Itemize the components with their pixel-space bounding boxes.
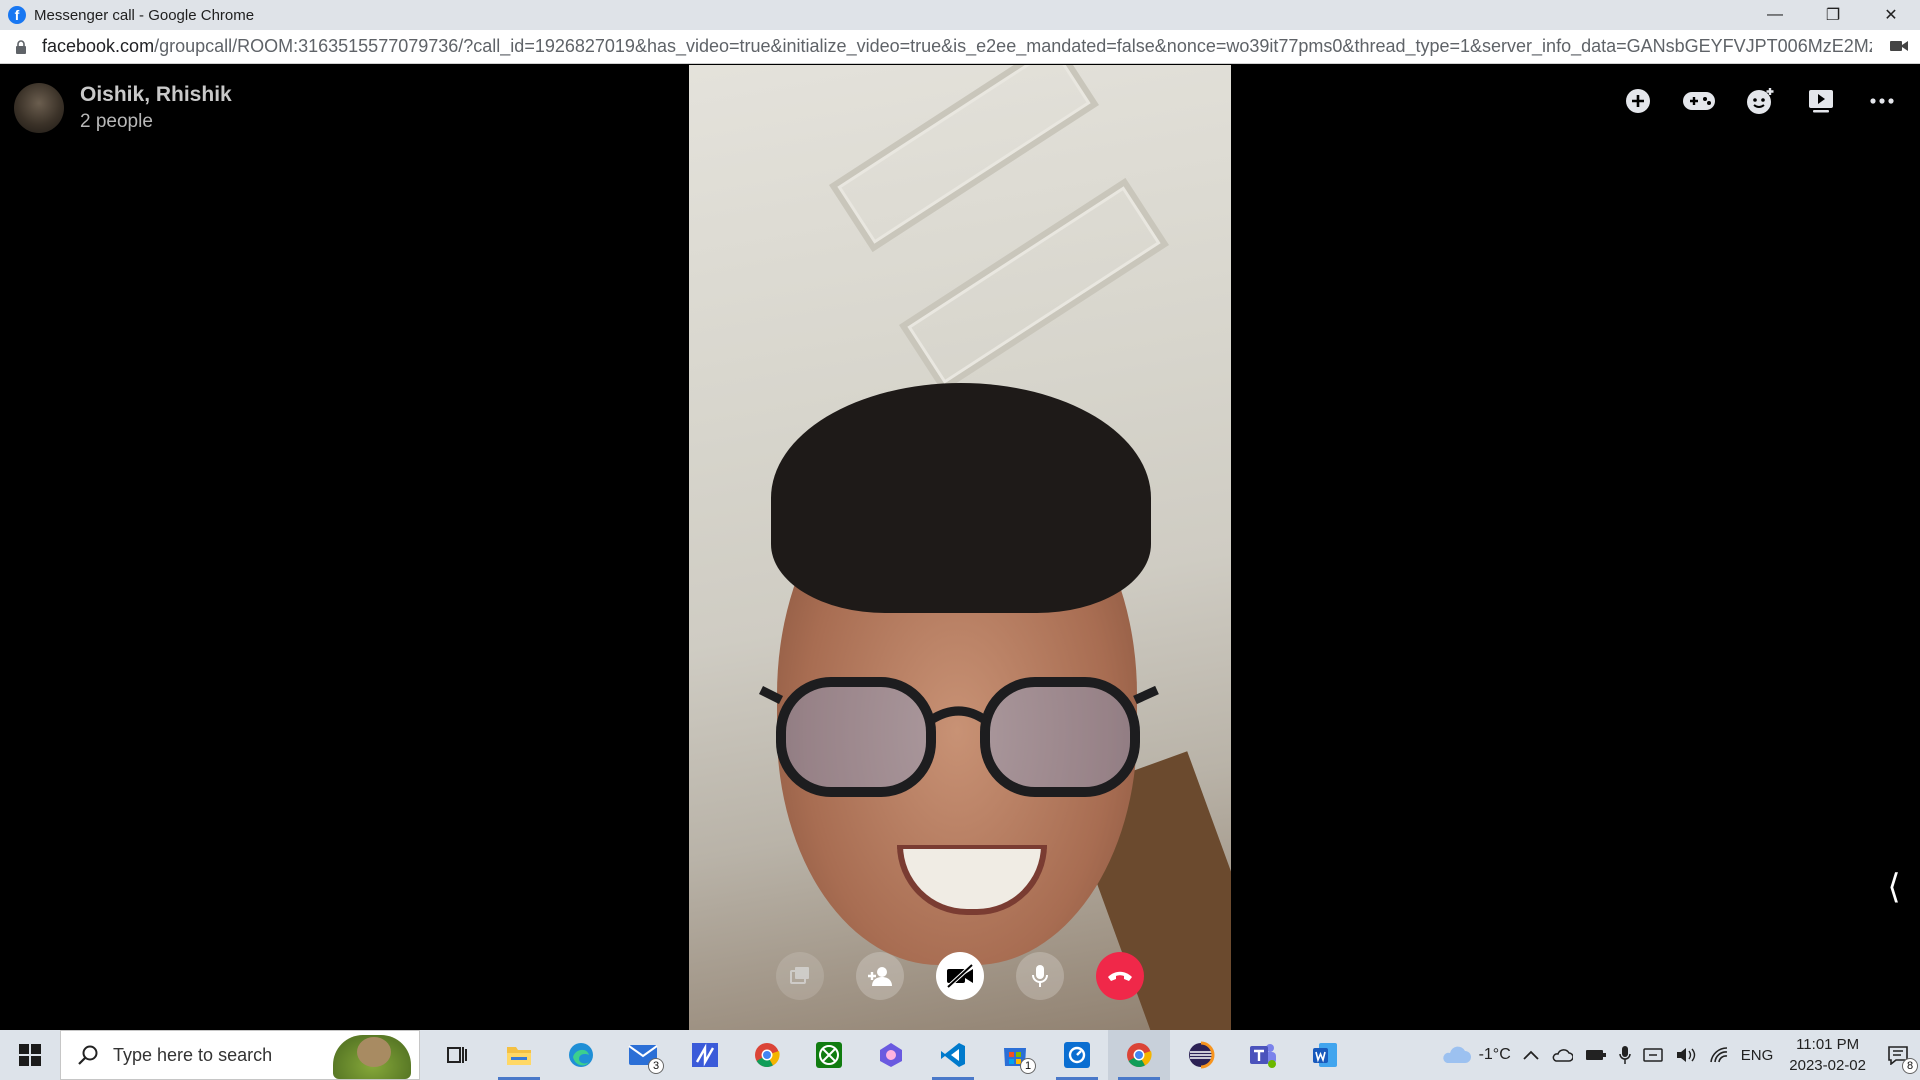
participant-count: 2 people xyxy=(80,111,153,132)
store-badge: 1 xyxy=(1020,1058,1036,1074)
add-icon[interactable] xyxy=(1620,83,1656,119)
mail-icon[interactable]: 3 xyxy=(612,1030,674,1080)
search-placeholder: Type here to search xyxy=(113,1044,273,1065)
windows-icon xyxy=(19,1044,41,1066)
taskbar-apps: 3 1 xyxy=(426,1030,1356,1080)
window-controls: — ❐ ✕ xyxy=(1746,0,1920,30)
word-icon[interactable] xyxy=(1294,1030,1356,1080)
clock-date: 2023-02-02 xyxy=(1789,1057,1866,1074)
eclipse-icon[interactable] xyxy=(1170,1030,1232,1080)
search-icon xyxy=(78,1045,98,1065)
call-name: Oishik, Rhishik xyxy=(80,83,232,106)
wifi-icon[interactable] xyxy=(1703,1030,1735,1080)
restore-button[interactable]: ❐ xyxy=(1804,0,1862,30)
battery-icon[interactable] xyxy=(1579,1030,1613,1080)
notification-center-button[interactable]: 8 xyxy=(1876,1030,1920,1080)
top-actions xyxy=(1620,83,1900,119)
teams-icon[interactable] xyxy=(1232,1030,1294,1080)
chrome-icon[interactable] xyxy=(736,1030,798,1080)
add-person-button[interactable] xyxy=(856,952,904,1000)
video-ceiling-panel xyxy=(898,177,1170,393)
avatar[interactable] xyxy=(14,83,64,133)
facebook-icon: f xyxy=(8,6,26,24)
call-stage: Oishik, Rhishik 2 people ⟨ xyxy=(0,65,1920,1030)
video-person-glasses xyxy=(759,677,1159,797)
settings-app-icon[interactable] xyxy=(1046,1030,1108,1080)
window-title-bar: f Messenger call - Google Chrome — ❐ ✕ xyxy=(0,0,1920,30)
address-bar[interactable]: facebook.com/groupcall/ROOM:316351557707… xyxy=(0,30,1920,64)
microphone-button[interactable] xyxy=(1016,952,1064,1000)
minimize-button[interactable]: — xyxy=(1746,0,1804,30)
camera-toggle-button[interactable] xyxy=(936,952,984,1000)
vscode-icon[interactable] xyxy=(922,1030,984,1080)
clock-time: 11:01 PM xyxy=(1796,1036,1860,1053)
watch-together-icon[interactable] xyxy=(1803,83,1839,119)
mail-badge: 3 xyxy=(648,1058,664,1074)
copilot-icon[interactable] xyxy=(860,1030,922,1080)
system-tray: -1°C ENG 11:01 PM 2023-02-02 8 xyxy=(1433,1030,1920,1080)
call-controls xyxy=(776,952,1144,1000)
lock-icon[interactable] xyxy=(14,39,28,54)
expand-sidebar-button[interactable]: ⟨ xyxy=(1882,865,1906,909)
language-indicator[interactable]: ENG xyxy=(1735,1030,1780,1080)
video-person-hair xyxy=(771,383,1151,613)
end-call-button[interactable] xyxy=(1096,952,1144,1000)
effects-icon[interactable] xyxy=(1742,83,1778,119)
url-path: /groupcall/ROOM:3163515577079736/?call_i… xyxy=(154,36,1872,56)
microphone-tray-icon[interactable] xyxy=(1613,1030,1637,1080)
volume-icon[interactable] xyxy=(1669,1030,1703,1080)
camera-off-icon xyxy=(946,963,974,989)
cloud-icon xyxy=(1442,1046,1471,1063)
window-title: Messenger call - Google Chrome xyxy=(34,6,255,24)
screen-share-button[interactable] xyxy=(776,952,824,1000)
weather-temp: -1°C xyxy=(1478,1046,1511,1063)
taskbar-search[interactable]: Type here to search xyxy=(60,1030,420,1080)
screen-share-icon xyxy=(790,967,809,984)
chrome-active-icon[interactable] xyxy=(1108,1030,1170,1080)
microphone-icon xyxy=(1032,965,1048,987)
onedrive-icon[interactable] xyxy=(1545,1030,1579,1080)
weather-widget[interactable]: -1°C xyxy=(1433,1030,1517,1080)
camera-in-use-icon[interactable] xyxy=(1890,39,1908,53)
start-button[interactable] xyxy=(0,1030,60,1080)
game-controller-icon[interactable] xyxy=(1681,83,1717,119)
search-highlight-image[interactable] xyxy=(333,1035,411,1079)
add-person-icon xyxy=(868,967,892,986)
file-explorer-icon[interactable] xyxy=(488,1030,550,1080)
taskbar: Type here to search 3 1 -1°C ENG 11:01 P… xyxy=(0,1030,1920,1080)
more-options-icon[interactable] xyxy=(1864,83,1900,119)
store-icon[interactable]: 1 xyxy=(984,1030,1046,1080)
show-hidden-icons-button[interactable] xyxy=(1517,1030,1545,1080)
xbox-icon[interactable] xyxy=(798,1030,860,1080)
task-view-icon[interactable] xyxy=(426,1030,488,1080)
participant-video[interactable] xyxy=(689,65,1231,1030)
close-button[interactable]: ✕ xyxy=(1862,0,1920,30)
chevron-up-icon xyxy=(1523,1050,1539,1060)
end-call-icon xyxy=(1108,971,1132,981)
network-icon[interactable] xyxy=(1637,1030,1669,1080)
call-text: Oishik, Rhishik 2 people xyxy=(80,83,232,133)
url-host: facebook.com xyxy=(42,36,155,56)
clock[interactable]: 11:01 PM 2023-02-02 xyxy=(1779,1034,1876,1076)
call-info: Oishik, Rhishik 2 people xyxy=(14,83,232,133)
url-text[interactable]: facebook.com/groupcall/ROOM:316351557707… xyxy=(42,36,1872,57)
powerautomate-icon[interactable] xyxy=(674,1030,736,1080)
edge-icon[interactable] xyxy=(550,1030,612,1080)
notification-badge: 8 xyxy=(1902,1058,1918,1074)
